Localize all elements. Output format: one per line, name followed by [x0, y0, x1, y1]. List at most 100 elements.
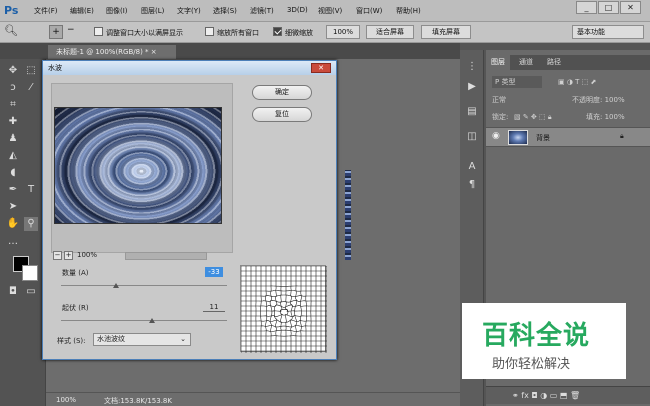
grid-line-horizontal: [241, 299, 327, 303]
brushes-icon[interactable]: ◫: [465, 130, 479, 144]
magic-wand-tool-icon[interactable]: ⁄: [24, 81, 38, 95]
document-image-edge: [345, 170, 351, 260]
hand-tool-icon[interactable]: ✋: [6, 217, 20, 231]
preview-zoom-out-button[interactable]: −: [53, 251, 62, 260]
chevron-down-icon: ⌄: [180, 335, 186, 343]
tab-paths[interactable]: 路径: [542, 55, 566, 70]
grid-line-horizontal: [241, 325, 327, 328]
layer-lock-icon: 🔒︎: [620, 132, 624, 140]
eraser-tool-icon[interactable]: ◭: [6, 149, 20, 163]
tab-channels[interactable]: 通道: [514, 55, 538, 70]
reset-button[interactable]: 复位: [252, 107, 312, 122]
quick-mask-icon[interactable]: ◘: [6, 285, 20, 299]
layer-filter-row: P 类型 ▣ ◑ T ⬚ ⬈: [486, 74, 650, 90]
fit-screen-button[interactable]: 适合屏幕: [366, 25, 414, 39]
preview-zoom-value: 100%: [77, 251, 98, 259]
menu-view[interactable]: 视图(V): [318, 6, 342, 16]
zoom-in-icon[interactable]: +: [49, 25, 63, 39]
zoom-tool-sidebar-icon[interactable]: ⚲: [24, 217, 38, 231]
spot-heal-tool-icon[interactable]: ✚: [6, 115, 20, 129]
history-icon[interactable]: ⋮: [465, 60, 479, 74]
type-tool-icon[interactable]: T: [24, 183, 38, 197]
fill-screen-button[interactable]: 填充屏幕: [421, 25, 471, 39]
grid-line-horizontal: [241, 294, 327, 298]
lasso-tool-icon[interactable]: ↄ: [6, 81, 20, 95]
maximize-button[interactable]: □: [598, 1, 619, 14]
close-window-button[interactable]: ✕: [620, 1, 641, 14]
status-bar: 100% 文档:153.8K/153.8K: [46, 392, 460, 406]
character-icon[interactable]: A: [465, 160, 479, 174]
watermark-subtitle: 助你轻松解决: [492, 357, 571, 372]
menu-type[interactable]: 文字(Y): [177, 6, 201, 16]
properties-icon[interactable]: ▤: [465, 105, 479, 119]
preview-zoom-in-button[interactable]: +: [64, 251, 73, 260]
menu-3d[interactable]: 3D(D): [287, 6, 308, 14]
menu-window[interactable]: 窗口(W): [356, 6, 382, 16]
zoom-all-checkbox[interactable]: [205, 27, 214, 36]
status-zoom[interactable]: 100%: [56, 396, 76, 404]
ridges-input[interactable]: 11: [203, 302, 225, 312]
ridges-slider-track[interactable]: [61, 320, 227, 321]
menu-layer[interactable]: 图层(L): [141, 6, 164, 16]
minimize-button[interactable]: _: [576, 1, 597, 14]
scrubby-zoom-checkbox[interactable]: [273, 27, 282, 36]
blend-mode-select[interactable]: 正常: [492, 92, 506, 108]
grid-line-vertical: [269, 266, 273, 353]
marquee-tool-icon[interactable]: ⬚: [24, 64, 38, 78]
menu-select[interactable]: 选择(S): [213, 6, 237, 16]
document-tab[interactable]: 未标题-1 @ 100%(RGB/8) * ×: [48, 45, 176, 59]
menu-image[interactable]: 图像(I): [106, 6, 128, 16]
style-select[interactable]: 水池波纹 ⌄: [93, 333, 191, 346]
opacity-field[interactable]: 不透明度: 100%: [572, 92, 625, 108]
grid-line-vertical: [294, 266, 298, 353]
paragraph-icon[interactable]: ¶: [465, 178, 479, 192]
zoom-out-icon[interactable]: −: [67, 25, 75, 35]
zoom-100-button[interactable]: 100%: [326, 25, 360, 39]
background-color-swatch[interactable]: [22, 265, 38, 281]
grid-line-horizontal: [241, 335, 327, 337]
resize-windows-checkbox[interactable]: [94, 27, 103, 36]
preview-scrollbar[interactable]: [125, 252, 207, 260]
zoom-tool-icon[interactable]: 🔍︎: [4, 24, 18, 37]
status-doc-info[interactable]: 文档:153.8K/153.8K: [104, 396, 172, 406]
amount-slider-track[interactable]: [61, 285, 227, 286]
crop-tool-icon[interactable]: ⌗: [6, 98, 20, 112]
menu-help[interactable]: 帮助(H): [396, 6, 421, 16]
grid-line-vertical: [305, 266, 307, 353]
move-tool-icon[interactable]: ✥: [6, 64, 20, 78]
visibility-eye-icon[interactable]: ◉: [492, 131, 500, 141]
pen-tool-icon[interactable]: ✒: [6, 183, 20, 197]
menu-filter[interactable]: 滤镜(T): [250, 6, 274, 16]
layer-actions-icons[interactable]: ⚭ fx ◘ ◑ ▭ ⬒ 🗑︎: [512, 391, 580, 400]
lock-label: 锁定:: [492, 113, 509, 121]
zigzag-filter-dialog: 水波 ✕ 确定 复位 − + 100% 数量 (A) -33 起伏 (R) 11…: [42, 60, 337, 360]
filter-preview-image[interactable]: [54, 107, 222, 224]
layer-name[interactable]: 背景: [536, 133, 550, 143]
ok-button[interactable]: 确定: [252, 85, 312, 100]
grid-line-horizontal: [241, 304, 327, 308]
dialog-close-button[interactable]: ✕: [311, 63, 331, 73]
options-bar: 🔍︎ + − 调整窗口大小以满屏显示 缩放所有窗口 细微缩放 100% 适合屏幕…: [0, 22, 650, 43]
layer-kind-filter[interactable]: P 类型: [492, 76, 542, 88]
grid-line-vertical: [265, 266, 268, 353]
workspace-select[interactable]: 基本功能: [572, 25, 644, 39]
tab-layers[interactable]: 图层: [486, 55, 510, 70]
menu-edit[interactable]: 编辑(E): [70, 6, 94, 16]
layer-row-background[interactable]: ◉ 背景 🔒︎: [486, 127, 650, 147]
lock-icons[interactable]: ▧ ✎ ✥ ⬚ 🔒︎: [514, 109, 552, 125]
amount-input[interactable]: -33: [205, 267, 223, 277]
fill-field[interactable]: 填充: 100%: [586, 109, 625, 125]
stamp-tool-icon[interactable]: ♟: [6, 132, 20, 146]
menu-file[interactable]: 文件(F): [34, 6, 58, 16]
dodge-tool-icon[interactable]: ◖: [6, 166, 20, 180]
layer-blend-row: 正常 不透明度: 100%: [486, 92, 650, 108]
grid-line-horizontal: [241, 290, 327, 292]
screen-mode-icon[interactable]: ▭: [24, 285, 38, 299]
filter-icons[interactable]: ▣ ◑ T ⬚ ⬈: [558, 74, 596, 90]
actions-play-icon[interactable]: ▶: [465, 80, 479, 94]
more-tools-icon[interactable]: …: [6, 235, 20, 249]
ridges-slider-thumb[interactable]: [149, 318, 156, 323]
layers-panel-tabs: 图层 通道 路径: [486, 55, 650, 70]
amount-slider-thumb[interactable]: [112, 283, 119, 288]
path-select-tool-icon[interactable]: ➤: [6, 200, 20, 214]
